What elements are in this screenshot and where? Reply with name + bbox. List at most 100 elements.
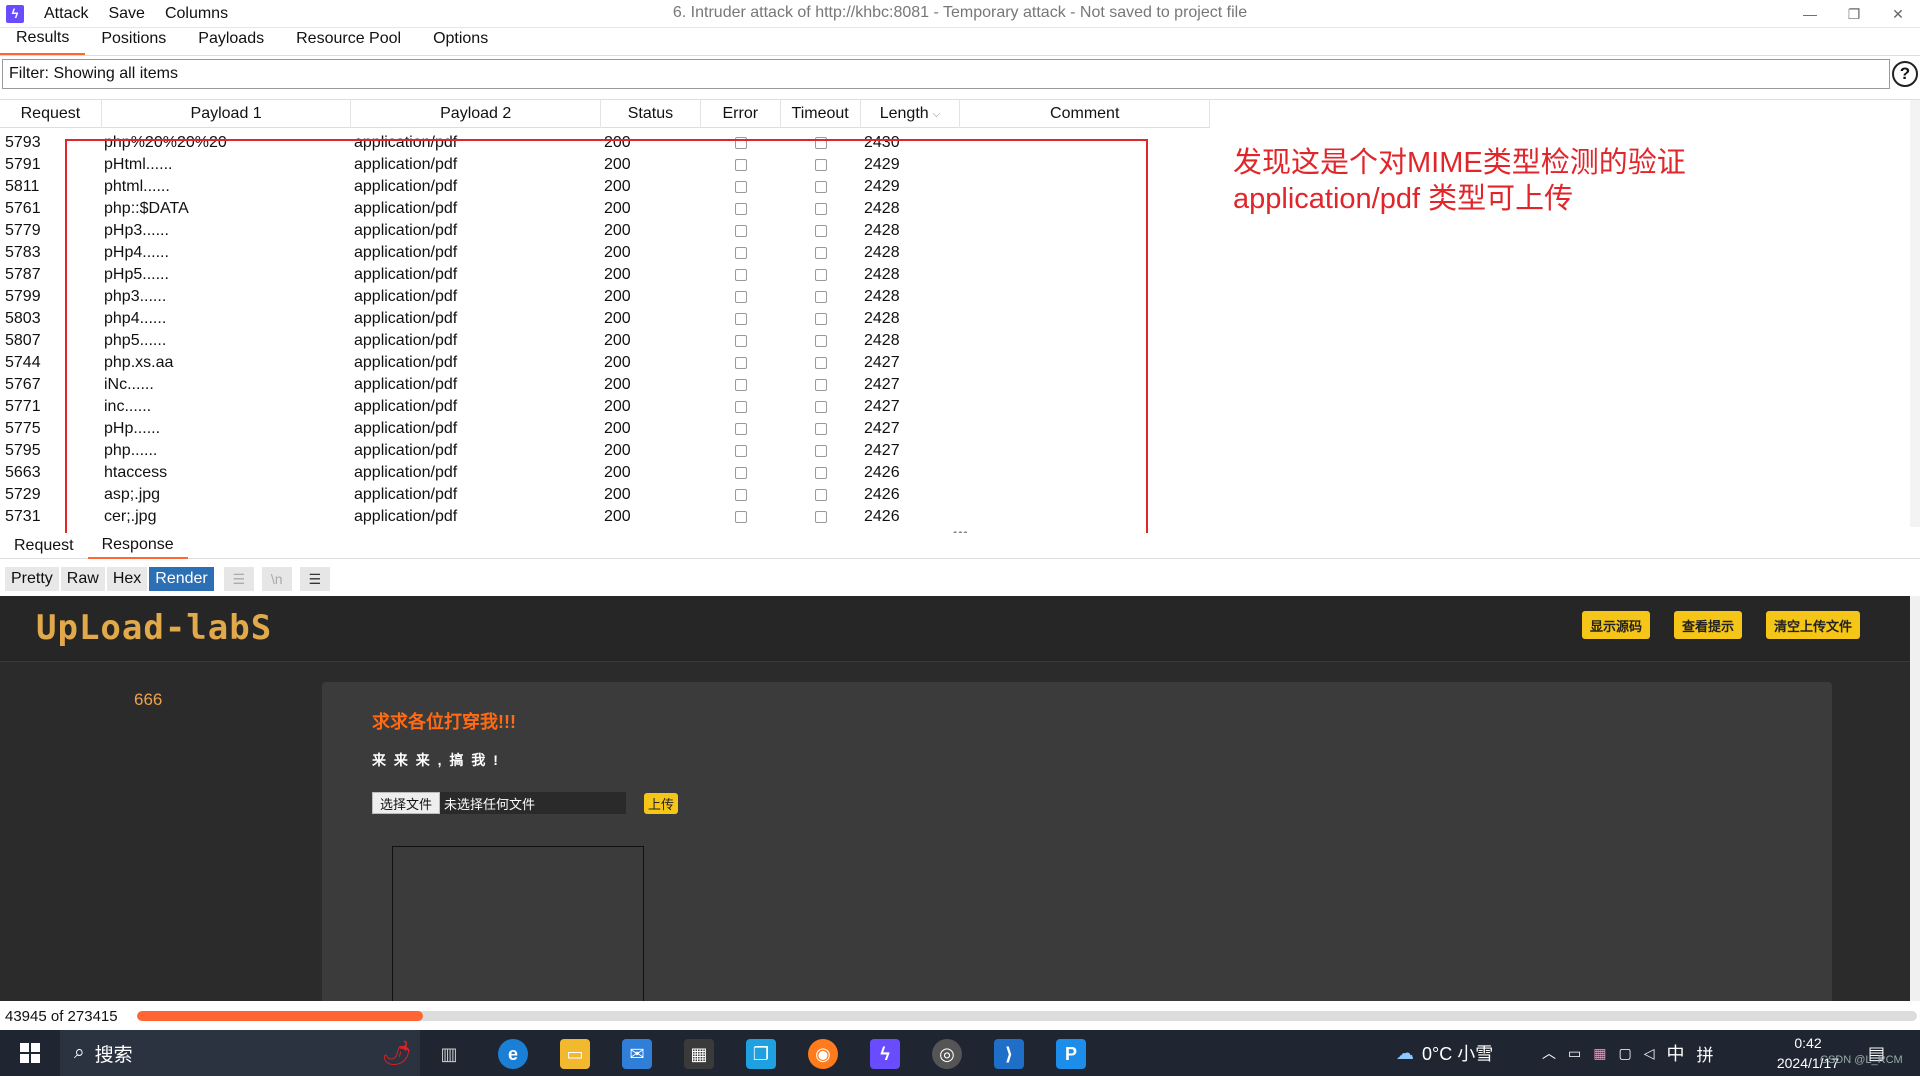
upload-button[interactable]: 上传 bbox=[644, 793, 678, 814]
menu-attack[interactable]: Attack bbox=[44, 5, 88, 23]
show-source-button[interactable]: 显示源码 bbox=[1582, 611, 1650, 639]
table-row[interactable]: 5731 cer;.jpg application/pdf 200 2426 bbox=[0, 506, 1210, 527]
file-input[interactable]: 选择文件 未选择任何文件 bbox=[372, 792, 626, 814]
tab-options[interactable]: Options bbox=[417, 27, 504, 55]
windows-start-icon[interactable] bbox=[0, 1030, 60, 1076]
table-scrollbar[interactable] bbox=[1910, 100, 1920, 527]
tab-results[interactable]: Results bbox=[0, 27, 86, 55]
raw-button[interactable]: Raw bbox=[60, 567, 105, 591]
chevron-up-icon[interactable]: ︿ bbox=[1542, 1043, 1556, 1063]
cell-status: 200 bbox=[604, 486, 631, 503]
error-checkbox bbox=[735, 379, 747, 391]
network-icon[interactable]: ▢ bbox=[1618, 1045, 1631, 1062]
close-button[interactable]: ✕ bbox=[1876, 0, 1920, 28]
show-hint-button[interactable]: 查看提示 bbox=[1674, 611, 1742, 639]
table-row[interactable]: 5767 iNc...... application/pdf 200 2427 bbox=[0, 374, 1210, 396]
table-row[interactable]: 5811 phtml...... application/pdf 200 2429 bbox=[0, 176, 1210, 198]
file-explorer-icon[interactable]: ▭ bbox=[560, 1039, 590, 1069]
cell-payload1: asp;.jpg bbox=[104, 486, 161, 503]
table-row[interactable]: 5791 pHtml...... application/pdf 200 2429 bbox=[0, 154, 1210, 176]
window-controls: — ❐ ✕ bbox=[1788, 0, 1920, 28]
column-header-length[interactable]: Length ⌵ bbox=[861, 100, 961, 128]
wrap-lines-icon[interactable]: ☰ bbox=[223, 567, 254, 591]
app-tray-icon[interactable]: ▦ bbox=[1593, 1045, 1606, 1062]
task-view-icon[interactable]: ▥ bbox=[434, 1039, 464, 1069]
menu-icon[interactable]: ☰ bbox=[299, 567, 330, 591]
table-row[interactable]: 5803 php4...... application/pdf 200 2428 bbox=[0, 308, 1210, 330]
ime-lang[interactable]: 中 bbox=[1666, 1040, 1684, 1066]
taskbar-search[interactable]: ⌕ 搜索 🌶 bbox=[60, 1030, 420, 1076]
attack-tabs: Results Positions Payloads Resource Pool… bbox=[0, 28, 1920, 56]
render-scrollbar[interactable] bbox=[1910, 596, 1920, 1001]
pycharm-p-icon[interactable]: P bbox=[1056, 1039, 1086, 1069]
minimize-button[interactable]: — bbox=[1788, 0, 1832, 28]
column-header-request[interactable]: Request bbox=[0, 100, 102, 128]
help-icon[interactable]: ? bbox=[1892, 61, 1918, 87]
table-row[interactable]: 5783 pHp4...... application/pdf 200 2428 bbox=[0, 242, 1210, 264]
cell-request: 5799 bbox=[5, 288, 41, 305]
table-row[interactable]: 5787 pHp5...... application/pdf 200 2428 bbox=[0, 264, 1210, 286]
cell-length: 2426 bbox=[864, 486, 900, 503]
tab-payloads[interactable]: Payloads bbox=[182, 27, 280, 55]
table-row[interactable]: 5793 php%20%20%20 application/pdf 200 2430 bbox=[0, 132, 1210, 154]
filter-bar[interactable]: Filter: Showing all items bbox=[2, 59, 1890, 89]
vscode-icon[interactable]: ⟩ bbox=[994, 1039, 1024, 1069]
tab-response[interactable]: Response bbox=[87, 533, 188, 559]
cell-payload1: pHp5...... bbox=[104, 266, 169, 283]
tab-resource-pool[interactable]: Resource Pool bbox=[280, 27, 417, 55]
cell-length: 2426 bbox=[864, 508, 900, 525]
tab-request[interactable]: Request bbox=[0, 533, 88, 559]
error-checkbox bbox=[735, 313, 747, 325]
notification-icon[interactable]: ▤ bbox=[1868, 1030, 1885, 1076]
cell-payload2: application/pdf bbox=[354, 398, 458, 415]
hex-button[interactable]: Hex bbox=[106, 567, 148, 591]
error-checkbox bbox=[735, 467, 747, 479]
table-row[interactable]: 5807 php5...... application/pdf 200 2428 bbox=[0, 330, 1210, 352]
cell-request: 5761 bbox=[5, 200, 41, 217]
menu-save[interactable]: Save bbox=[108, 5, 144, 23]
error-checkbox bbox=[735, 291, 747, 303]
weather-widget[interactable]: ☁ 0°C 小雪 bbox=[1396, 1030, 1493, 1076]
column-header-payload1[interactable]: Payload 1 bbox=[102, 100, 352, 128]
table-row[interactable]: 5744 php.xs.aa application/pdf 200 2427 bbox=[0, 352, 1210, 374]
timeout-checkbox bbox=[815, 247, 827, 259]
newline-icon[interactable]: \n bbox=[261, 567, 292, 591]
render-button[interactable]: Render bbox=[149, 567, 214, 591]
table-row[interactable]: 5799 php3...... application/pdf 200 2428 bbox=[0, 286, 1210, 308]
table-row[interactable]: 5775 pHp...... application/pdf 200 2427 bbox=[0, 418, 1210, 440]
vpn-app-icon[interactable]: ◎ bbox=[932, 1039, 962, 1069]
mail-icon[interactable]: ✉ bbox=[622, 1039, 652, 1069]
taskbar-clock[interactable]: 0:42 2024/1/17 bbox=[1765, 1033, 1851, 1073]
copy-app-icon[interactable]: ❐ bbox=[746, 1039, 776, 1069]
menu-columns[interactable]: Columns bbox=[165, 5, 228, 23]
table-row[interactable]: 5779 pHp3...... application/pdf 200 2428 bbox=[0, 220, 1210, 242]
volume-icon[interactable]: ◁ bbox=[1644, 1045, 1655, 1062]
cell-status: 200 bbox=[604, 178, 631, 195]
tab-positions[interactable]: Positions bbox=[85, 27, 182, 55]
store-icon[interactable]: ▦ bbox=[684, 1039, 714, 1069]
table-row[interactable]: 5761 php::$DATA application/pdf 200 2428 bbox=[0, 198, 1210, 220]
restore-button[interactable]: ❐ bbox=[1832, 0, 1876, 28]
cell-status: 200 bbox=[604, 376, 631, 393]
clear-uploads-button[interactable]: 清空上传文件 bbox=[1766, 611, 1860, 639]
column-header-error[interactable]: Error bbox=[701, 100, 781, 128]
column-header-comment[interactable]: Comment bbox=[960, 100, 1211, 128]
edge-browser-icon[interactable]: e bbox=[498, 1039, 528, 1069]
table-row[interactable]: 5771 inc...... application/pdf 200 2427 bbox=[0, 396, 1210, 418]
column-header-status[interactable]: Status bbox=[601, 100, 701, 128]
ime-mode[interactable]: 拼 bbox=[1696, 1041, 1713, 1066]
burp-taskbar-icon[interactable]: ϟ bbox=[870, 1039, 900, 1069]
choose-file-button[interactable]: 选择文件 bbox=[372, 792, 441, 814]
cell-payload1: iNc...... bbox=[104, 376, 154, 393]
error-checkbox bbox=[735, 511, 747, 523]
column-header-timeout[interactable]: Timeout bbox=[781, 100, 861, 128]
table-row[interactable]: 5729 asp;.jpg application/pdf 200 2426 bbox=[0, 484, 1210, 506]
firefox-icon[interactable]: ◉ bbox=[808, 1039, 838, 1069]
cell-payload1: pHp...... bbox=[104, 420, 161, 437]
cell-payload2: application/pdf bbox=[354, 266, 458, 283]
table-row[interactable]: 5663 htaccess application/pdf 200 2426 bbox=[0, 462, 1210, 484]
battery-icon[interactable]: ▭ bbox=[1568, 1045, 1581, 1062]
table-row[interactable]: 5795 php...... application/pdf 200 2427 bbox=[0, 440, 1210, 462]
column-header-payload2[interactable]: Payload 2 bbox=[351, 100, 602, 128]
pretty-button[interactable]: Pretty bbox=[5, 567, 59, 591]
